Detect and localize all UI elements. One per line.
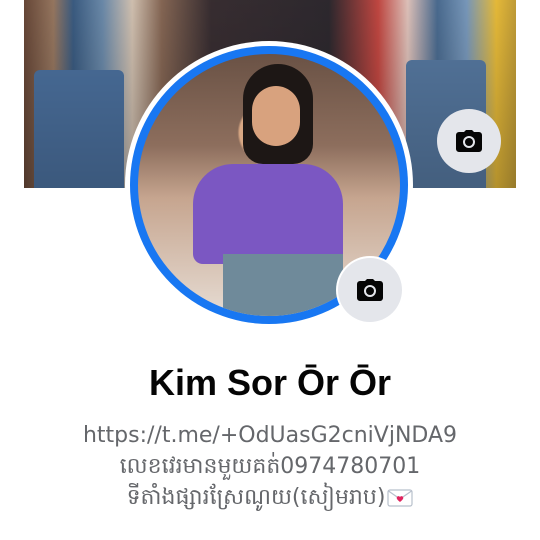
edit-profile-picture-button[interactable] [338,258,402,322]
bio-link[interactable]: https://t.me/+OdUasG2cniVjNDA9 [0,421,540,451]
camera-icon [456,130,482,152]
camera-icon [357,279,383,301]
bio-line: ទីតាំងផ្សារស្រែណូយ(សៀមរាប) [0,483,540,513]
bio-line: លេខវេរមានមួយគត់0974780701 [119,454,421,479]
profile-name: Kim Sor Ōr Ōr [148,362,392,403]
bio-line-text: ទីតាំងផ្សារស្រែណូយ(សៀមរាប) [126,485,386,510]
edit-cover-photo-button[interactable] [437,109,501,173]
love-letter-icon [387,489,414,507]
